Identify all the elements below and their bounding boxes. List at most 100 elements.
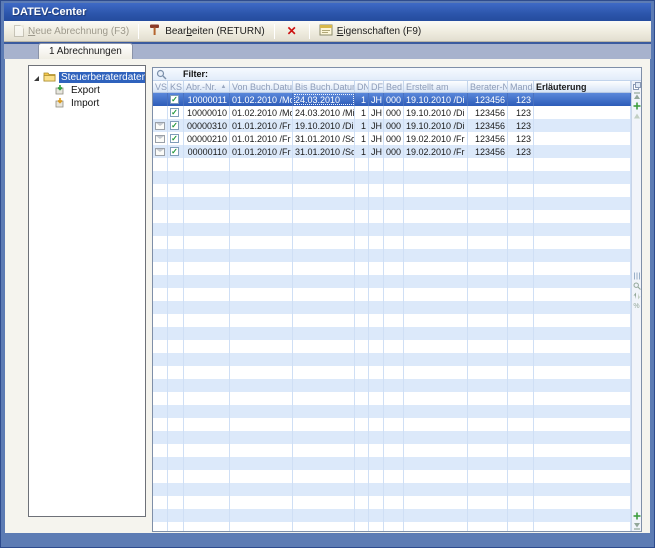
table-row-empty[interactable] bbox=[153, 483, 631, 496]
table-row-empty[interactable] bbox=[153, 288, 631, 301]
table-row-empty[interactable] bbox=[153, 184, 631, 197]
cell-df bbox=[369, 340, 384, 353]
cell-abr bbox=[184, 301, 230, 314]
cell-dnr bbox=[355, 327, 369, 340]
cell-erl bbox=[534, 327, 631, 340]
grid-view-button[interactable] bbox=[632, 271, 641, 281]
cell-abr bbox=[184, 275, 230, 288]
ks-checkbox[interactable]: ✓ bbox=[170, 108, 179, 117]
cell-von bbox=[230, 405, 293, 418]
cell-abr bbox=[184, 418, 230, 431]
cell-df bbox=[369, 223, 384, 236]
tab-strip: 1 Abrechnungen bbox=[4, 42, 651, 59]
table-row-empty[interactable] bbox=[153, 405, 631, 418]
table-row[interactable]: ✓1000001101.02.2010 /Mo24.03.20101JH0001… bbox=[153, 93, 631, 106]
tree-item-import[interactable]: Import bbox=[29, 97, 145, 110]
delete-button[interactable]: ✕ bbox=[278, 23, 306, 40]
sort-button[interactable] bbox=[632, 291, 641, 301]
cell-bed: 000 bbox=[384, 106, 404, 119]
table-row-empty[interactable] bbox=[153, 197, 631, 210]
cell-von bbox=[230, 223, 293, 236]
column-header-von[interactable]: Von Buch.Datum bbox=[230, 81, 293, 92]
column-header-vs[interactable]: VS bbox=[153, 81, 168, 92]
table-row-empty[interactable] bbox=[153, 327, 631, 340]
cell-berater bbox=[468, 470, 508, 483]
cell-erstellt bbox=[404, 301, 468, 314]
add-row-button[interactable] bbox=[632, 101, 641, 111]
table-row-empty[interactable] bbox=[153, 353, 631, 366]
scroll-to-top-button[interactable] bbox=[632, 91, 641, 101]
column-header-abr[interactable]: Abr.-Nr.▲ bbox=[184, 81, 230, 92]
cell-erstellt bbox=[404, 327, 468, 340]
cell-berater bbox=[468, 197, 508, 210]
title-bar[interactable]: DATEV-Center bbox=[4, 3, 651, 21]
table-row-empty[interactable] bbox=[153, 522, 631, 532]
column-header-mandan[interactable]: Mandan bbox=[508, 81, 534, 92]
ks-checkbox[interactable]: ✓ bbox=[170, 147, 179, 156]
column-header-bis[interactable]: Bis Buch.Datum bbox=[293, 81, 355, 92]
cell-von bbox=[230, 275, 293, 288]
percent-button[interactable]: % bbox=[632, 301, 641, 311]
column-header-ks[interactable]: KS bbox=[168, 81, 184, 92]
table-row-empty[interactable] bbox=[153, 171, 631, 184]
table-row-empty[interactable] bbox=[153, 314, 631, 327]
table-row-empty[interactable] bbox=[153, 249, 631, 262]
column-header-erstellt[interactable]: Erstellt am bbox=[404, 81, 468, 92]
cell-dnr bbox=[355, 392, 369, 405]
table-row-empty[interactable] bbox=[153, 223, 631, 236]
column-header-df[interactable]: DF bbox=[369, 81, 384, 92]
table-row-empty[interactable] bbox=[153, 262, 631, 275]
table-row-empty[interactable] bbox=[153, 301, 631, 314]
table-row[interactable]: ✓1000001001.02.2010 /Mo24.03.2010 /Mi1JH… bbox=[153, 106, 631, 119]
ks-checkbox[interactable]: ✓ bbox=[170, 134, 179, 143]
table-row-empty[interactable] bbox=[153, 366, 631, 379]
column-header-berater[interactable]: Berater-Nr. bbox=[468, 81, 508, 92]
ks-checkbox[interactable]: ✓ bbox=[170, 121, 179, 130]
tree-item-label: Steuerberaterdaten bbox=[59, 72, 146, 83]
cell-bed bbox=[384, 171, 404, 184]
cell-erstellt bbox=[404, 496, 468, 509]
table-row-empty[interactable] bbox=[153, 210, 631, 223]
search-button[interactable] bbox=[632, 281, 641, 291]
table-row-empty[interactable] bbox=[153, 496, 631, 509]
table-row-empty[interactable] bbox=[153, 158, 631, 171]
filter-magnifier-icon[interactable] bbox=[156, 69, 167, 80]
cell-vs bbox=[153, 223, 168, 236]
cell-dnr bbox=[355, 223, 369, 236]
column-chooser-icon[interactable] bbox=[632, 81, 641, 91]
edit-button[interactable]: Bearbeiten (RETURN) bbox=[142, 23, 270, 40]
tree-expander-icon[interactable] bbox=[33, 74, 40, 81]
cell-dnr bbox=[355, 483, 369, 496]
table-row-empty[interactable] bbox=[153, 470, 631, 483]
table-row-empty[interactable] bbox=[153, 431, 631, 444]
cell-abr bbox=[184, 470, 230, 483]
table-row[interactable]: ✓0000021001.01.2010 /Fr31.01.2010 /So1JH… bbox=[153, 132, 631, 145]
tree-item-export[interactable]: Export bbox=[29, 84, 145, 97]
column-header-dnr[interactable]: DNr. bbox=[355, 81, 369, 92]
tree-item-steuerberaterdaten[interactable]: Steuerberaterdaten bbox=[29, 71, 145, 84]
cell-berater bbox=[468, 418, 508, 431]
cell-dnr bbox=[355, 301, 369, 314]
ks-checkbox[interactable]: ✓ bbox=[170, 95, 179, 104]
scroll-to-bottom-button[interactable] bbox=[632, 521, 641, 531]
column-header-erl[interactable]: Erläuterung bbox=[534, 81, 631, 92]
table-row[interactable]: ✓0000011001.01.2010 /Fr31.01.2010 /So1JH… bbox=[153, 145, 631, 158]
table-row-empty[interactable] bbox=[153, 340, 631, 353]
table-row-empty[interactable] bbox=[153, 236, 631, 249]
table-row-empty[interactable] bbox=[153, 457, 631, 470]
table-row[interactable]: ✓0000031001.01.2010 /Fr19.10.2010 /Di1JH… bbox=[153, 119, 631, 132]
add-button-bottom[interactable] bbox=[632, 511, 641, 521]
column-header-bed[interactable]: Bed bbox=[384, 81, 404, 92]
properties-button[interactable]: Eigenschaften (F9) bbox=[313, 23, 428, 40]
table-row-empty[interactable] bbox=[153, 275, 631, 288]
table-row-empty[interactable] bbox=[153, 392, 631, 405]
cell-von: 01.01.2010 /Fr bbox=[230, 132, 293, 145]
new-abrechnung-button[interactable]: Neue Abrechnung (F3) bbox=[8, 23, 135, 40]
table-row-empty[interactable] bbox=[153, 418, 631, 431]
tab-abrechnungen[interactable]: 1 Abrechnungen bbox=[38, 43, 133, 59]
cell-abr: 10000010 bbox=[184, 106, 230, 119]
table-row-empty[interactable] bbox=[153, 509, 631, 522]
scroll-up-button[interactable] bbox=[632, 111, 641, 121]
table-row-empty[interactable] bbox=[153, 444, 631, 457]
table-row-empty[interactable] bbox=[153, 379, 631, 392]
